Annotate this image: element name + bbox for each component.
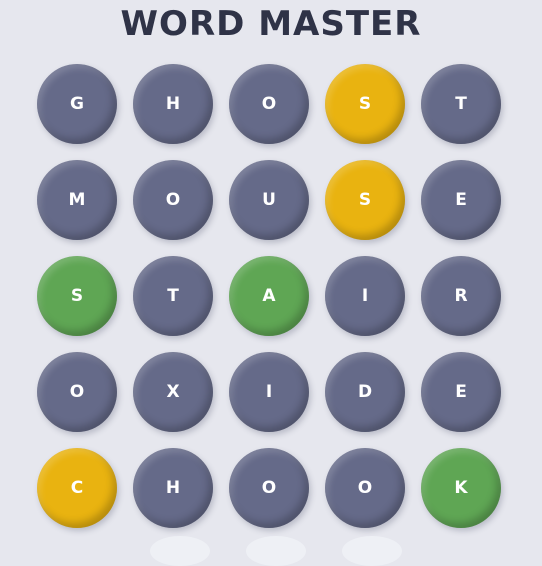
letter-tile[interactable]: K (421, 448, 501, 528)
letter-tile[interactable]: M (37, 160, 117, 240)
letter-tile[interactable]: G (37, 64, 117, 144)
empty-tile-hint (342, 536, 402, 566)
letter-tile[interactable]: A (229, 256, 309, 336)
letter-tile[interactable]: C (37, 448, 117, 528)
letter-tile[interactable]: H (133, 64, 213, 144)
empty-tile-hint (150, 536, 210, 566)
letter-tile[interactable]: X (133, 352, 213, 432)
letter-tile[interactable]: D (325, 352, 405, 432)
letter-tile[interactable]: I (229, 352, 309, 432)
letter-tile[interactable]: S (325, 64, 405, 144)
letter-tile[interactable]: H (133, 448, 213, 528)
letter-tile[interactable]: U (229, 160, 309, 240)
letter-tile[interactable]: T (421, 64, 501, 144)
next-row-hint (0, 536, 542, 566)
letter-tile[interactable]: O (229, 64, 309, 144)
letter-tile[interactable]: O (133, 160, 213, 240)
game-board: GHOSTMOUSESTAIROXIDECHOOK (37, 64, 507, 528)
empty-tile-hint (246, 536, 306, 566)
letter-tile[interactable]: E (421, 160, 501, 240)
letter-tile[interactable]: S (325, 160, 405, 240)
letter-tile[interactable]: O (37, 352, 117, 432)
letter-tile[interactable]: S (37, 256, 117, 336)
letter-tile[interactable]: O (229, 448, 309, 528)
letter-tile[interactable]: R (421, 256, 501, 336)
letter-tile[interactable]: T (133, 256, 213, 336)
letter-tile[interactable]: I (325, 256, 405, 336)
game-title: WORD MASTER (120, 4, 422, 44)
letter-tile[interactable]: O (325, 448, 405, 528)
letter-tile[interactable]: E (421, 352, 501, 432)
